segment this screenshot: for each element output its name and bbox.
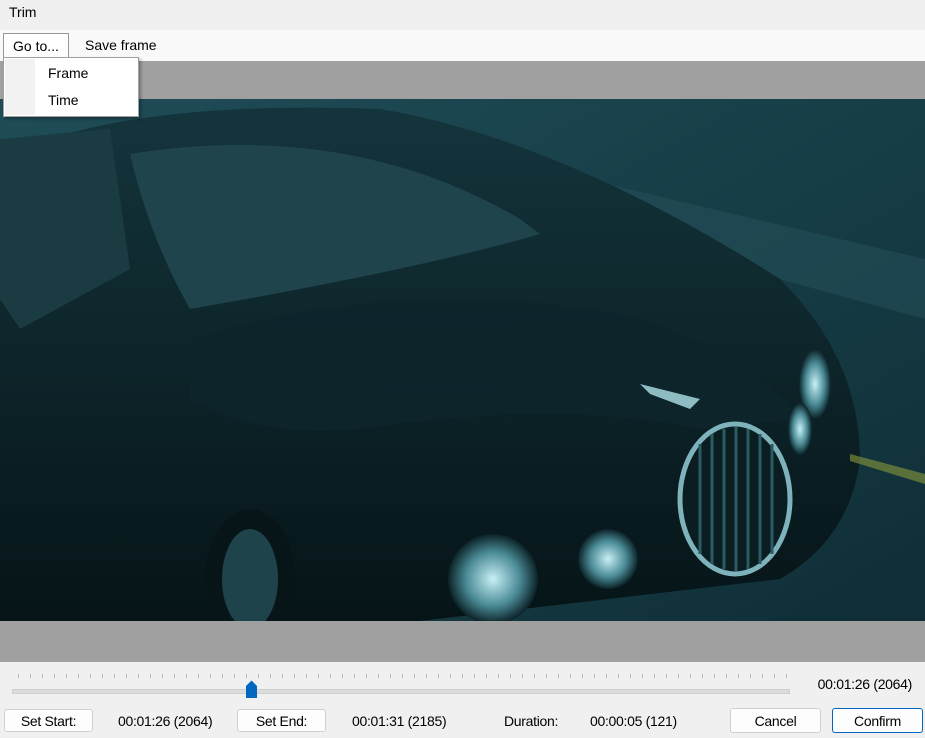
slider-tick [426, 674, 427, 678]
slider-tick [342, 674, 343, 678]
slider-tick [18, 674, 19, 678]
slider-tick [558, 674, 559, 678]
slider-tick [186, 674, 187, 678]
slider-tick [234, 674, 235, 678]
slider-tick [246, 674, 247, 678]
preview-area [0, 61, 925, 662]
slider-tick [306, 674, 307, 678]
slider-tick [606, 674, 607, 678]
slider-tick [114, 674, 115, 678]
slider-tick [78, 674, 79, 678]
slider-tick [138, 674, 139, 678]
slider-tick [474, 674, 475, 678]
timeline-slider-thumb[interactable] [245, 680, 258, 699]
slider-tick [750, 674, 751, 678]
set-end-button[interactable]: Set End: [237, 709, 326, 732]
slider-tick [642, 674, 643, 678]
current-time-readout: 00:01:26 (2064) [817, 676, 913, 692]
slider-tick [90, 674, 91, 678]
set-start-button[interactable]: Set Start: [4, 709, 93, 732]
goto-frame-item[interactable]: Frame [48, 65, 88, 81]
car-frame-image [0, 99, 925, 621]
slider-tick [354, 674, 355, 678]
window-title: Trim [9, 4, 37, 20]
save-frame-menu[interactable]: Save frame [76, 33, 166, 57]
slider-tick [690, 674, 691, 678]
slider-tick [66, 674, 67, 678]
slider-tick [438, 674, 439, 678]
slider-tick [282, 674, 283, 678]
slider-tick [714, 674, 715, 678]
slider-tick [42, 674, 43, 678]
slider-tick [570, 674, 571, 678]
slider-tick [762, 674, 763, 678]
slider-tick [738, 674, 739, 678]
slider-tick [774, 674, 775, 678]
slider-tick [174, 674, 175, 678]
slider-tick [786, 674, 787, 678]
slider-tick [318, 674, 319, 678]
slider-tick [258, 674, 259, 678]
trim-controls: 00:01:26 (2064) Set Start: 00:01:26 (206… [0, 662, 925, 738]
cancel-button[interactable]: Cancel [730, 708, 821, 733]
video-frame [0, 99, 925, 621]
slider-tick [498, 674, 499, 678]
title-bar: Trim [0, 0, 925, 30]
duration-label: Duration: [504, 713, 559, 729]
slider-tick [666, 674, 667, 678]
slider-tick [30, 674, 31, 678]
slider-tick [510, 674, 511, 678]
confirm-button[interactable]: Confirm [832, 708, 923, 733]
slider-tick [414, 674, 415, 678]
slider-tick [378, 674, 379, 678]
slider-tick [294, 674, 295, 678]
slider-tick [402, 674, 403, 678]
end-time-value: 00:01:31 (2185) [352, 713, 447, 729]
slider-tick [630, 674, 631, 678]
slider-tick [546, 674, 547, 678]
slider-tick [726, 674, 727, 678]
slider-tick [126, 674, 127, 678]
slider-tick [210, 674, 211, 678]
slider-tick [270, 674, 271, 678]
slider-tick [222, 674, 223, 678]
slider-tick [618, 674, 619, 678]
slider-tick [654, 674, 655, 678]
slider-tick [450, 674, 451, 678]
slider-tick [198, 674, 199, 678]
goto-time-item[interactable]: Time [48, 92, 79, 108]
slider-tick [582, 674, 583, 678]
slider-tick [330, 674, 331, 678]
slider-tick [534, 674, 535, 678]
start-time-value: 00:01:26 (2064) [118, 713, 213, 729]
slider-tick [594, 674, 595, 678]
slider-tick [522, 674, 523, 678]
slider-tick [486, 674, 487, 678]
slider-tick [462, 674, 463, 678]
slider-tick [366, 674, 367, 678]
slider-tick [390, 674, 391, 678]
duration-value: 00:00:05 (121) [590, 713, 677, 729]
slider-tick [678, 674, 679, 678]
goto-menu[interactable]: Go to... [3, 33, 69, 59]
dropdown-icon-gutter [5, 59, 35, 115]
goto-dropdown: Frame Time [3, 57, 139, 117]
slider-tick [702, 674, 703, 678]
slider-ticks [18, 674, 787, 680]
slider-tick [102, 674, 103, 678]
slider-tick [54, 674, 55, 678]
timeline-slider-track[interactable] [12, 689, 790, 694]
slider-tick [150, 674, 151, 678]
slider-tick [162, 674, 163, 678]
